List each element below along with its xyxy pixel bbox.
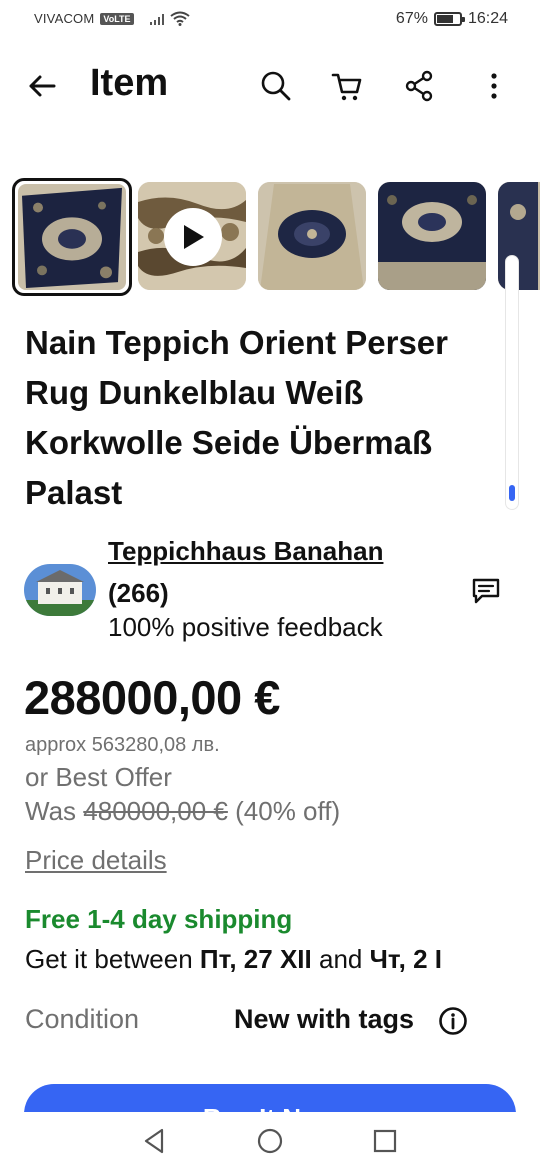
status-bar: VIVACOM VoLTE 67% 16:24: [0, 0, 540, 40]
buy-it-now-button[interactable]: Buy It Now: [24, 1084, 516, 1112]
search-icon[interactable]: [258, 68, 294, 104]
item-page: VIVACOM VoLTE 67% 16:24 Item Nain Teppic…: [0, 0, 540, 1170]
battery-percent: 67%: [395, 10, 428, 27]
scrollbar-thumb[interactable]: [509, 485, 515, 501]
delivery-and: and: [318, 944, 363, 974]
clock: 16:24: [467, 10, 508, 27]
seller-feedback-count[interactable]: (266): [108, 578, 169, 609]
back-arrow-icon[interactable]: [24, 68, 60, 104]
nav-recents-icon[interactable]: [370, 1126, 400, 1156]
was-price-line: Was 480000,00 € (40% off): [25, 796, 340, 827]
seller-avatar[interactable]: [24, 564, 96, 616]
status-left: VIVACOM VoLTE: [34, 11, 190, 26]
info-icon[interactable]: [438, 1006, 468, 1036]
rug-photo: [378, 182, 486, 290]
wifi-icon: [169, 11, 190, 26]
was-label: Was: [25, 796, 77, 826]
delivery-start: Пт, 27 XII: [199, 944, 312, 974]
delivery-end: Чт, 2 I: [369, 944, 443, 974]
condition-value: New with tags: [234, 1004, 415, 1034]
system-nav-bar: [0, 1112, 540, 1170]
status-right: 67% 16:24: [396, 10, 508, 28]
thumbnail-2-video[interactable]: [138, 182, 246, 290]
play-button[interactable]: [164, 208, 222, 266]
discount: (40% off): [235, 796, 341, 826]
delivery-prefix: Get it between: [25, 944, 193, 974]
thumbnail-4[interactable]: [378, 182, 486, 290]
rug-photo: [18, 184, 126, 290]
product-title: Nain Teppich Orient Perser Rug Dunkelbla…: [25, 324, 449, 511]
signal-icon: [149, 13, 164, 25]
price-approx: approx 563280,08 лв.: [25, 734, 220, 756]
nav-back-icon[interactable]: [140, 1126, 170, 1156]
rug-photo: [258, 182, 366, 290]
price-details-link[interactable]: Price details: [25, 845, 167, 876]
nav-home-icon[interactable]: [255, 1126, 285, 1156]
seller-name-link[interactable]: Teppichhaus Banahan: [108, 536, 383, 567]
page-title: Item: [90, 62, 169, 104]
buy-button-wrap: Buy It Now: [24, 1084, 516, 1112]
battery-icon: [433, 12, 465, 26]
more-vertical-icon[interactable]: [476, 68, 512, 104]
share-icon[interactable]: [401, 68, 437, 104]
volte-badge: VoLTE: [100, 12, 134, 25]
carrier-label: VIVACOM: [34, 11, 95, 26]
top-app-bar: Item: [0, 56, 540, 116]
seller-positive-feedback: 100% positive feedback: [108, 612, 383, 642]
thumbnail-3[interactable]: [258, 182, 366, 290]
best-offer-label: or Best Offer: [25, 762, 172, 792]
free-shipping: Free 1-4 day shipping: [25, 904, 293, 934]
thumbnail-1[interactable]: [12, 178, 132, 296]
message-seller-icon[interactable]: [470, 574, 502, 606]
play-icon: [184, 225, 204, 249]
scrollbar[interactable]: [505, 255, 519, 510]
cart-icon[interactable]: [329, 68, 365, 104]
was-price: 480000,00 €: [83, 796, 228, 826]
image-gallery[interactable]: [12, 178, 540, 298]
price: 288000,00 €: [24, 671, 280, 724]
delivery-estimate: Get it between Пт, 27 XII and Чт, 2 I: [25, 944, 442, 975]
condition-label: Condition: [25, 1004, 140, 1034]
